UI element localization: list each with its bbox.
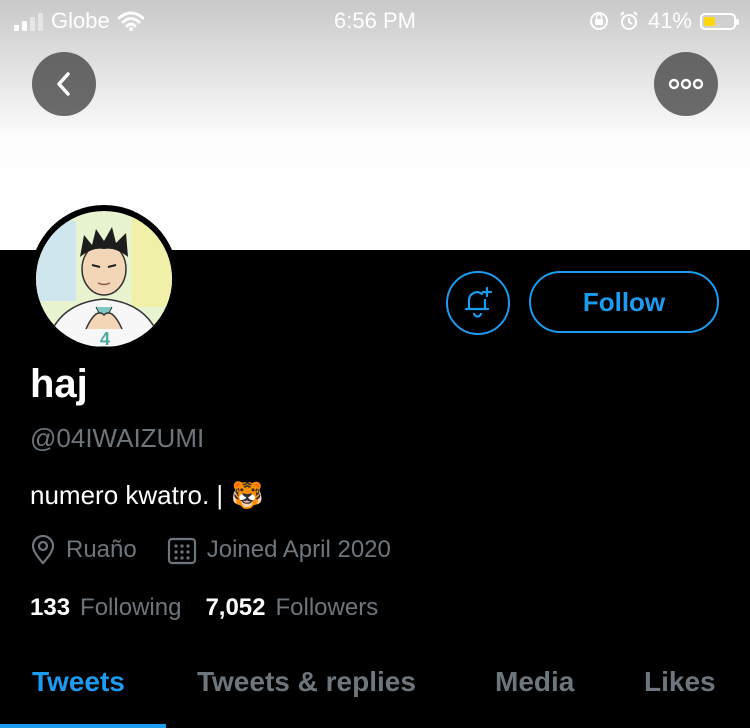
- back-button[interactable]: [32, 52, 96, 116]
- alarm-icon: [620, 11, 638, 30]
- svg-text:4: 4: [100, 329, 110, 347]
- tab-media[interactable]: Media: [495, 666, 574, 698]
- battery-icon: [700, 12, 739, 30]
- following-label: Following: [80, 594, 182, 621]
- avatar[interactable]: 4: [30, 205, 178, 353]
- bio-text: numero kwatro. |: [30, 480, 224, 510]
- notify-button[interactable]: [446, 271, 510, 335]
- avatar-image: 4: [36, 211, 172, 347]
- more-options-button[interactable]: [654, 52, 718, 116]
- location-pin-icon: [31, 535, 55, 565]
- location: Ruaño: [30, 535, 137, 565]
- followers-label: Followers: [275, 594, 379, 621]
- profile-handle: @04IWAIZUMI: [30, 423, 205, 453]
- chevron-left-icon: [57, 72, 70, 96]
- followers-count: 7,052: [205, 594, 266, 621]
- tab-likes[interactable]: Likes: [644, 666, 716, 698]
- status-right: 41%: [588, 8, 739, 34]
- follow-button[interactable]: Follow: [529, 271, 719, 333]
- battery-percent: 41%: [647, 8, 692, 33]
- orientation-lock-icon: [589, 12, 608, 30]
- profile-bio: numero kwatro. | 🐯: [30, 480, 264, 511]
- joined-date: Joined April 2020: [167, 535, 391, 565]
- joined-text: Joined April 2020: [206, 536, 391, 563]
- calendar-icon: [167, 537, 196, 565]
- profile-tabs: Tweets Tweets & replies Media Likes: [0, 660, 750, 728]
- bio-emoji: 🐯: [231, 480, 264, 510]
- follow-stats: 133 Following 7,052 Followers: [30, 594, 402, 622]
- location-text: Ruaño: [66, 536, 137, 563]
- status-bar: Globe 6:56 PM 41%: [0, 0, 750, 44]
- following-link[interactable]: 133 Following: [30, 594, 205, 622]
- bell-plus-icon: [464, 286, 493, 318]
- tab-tweets-replies[interactable]: Tweets & replies: [197, 666, 416, 698]
- profile-meta: Ruaño Joined April 2020: [30, 535, 421, 565]
- following-count: 133: [30, 594, 71, 621]
- tab-tweets[interactable]: Tweets: [32, 666, 125, 698]
- display-name: haj: [30, 362, 88, 406]
- ellipsis-icon: [668, 78, 704, 90]
- followers-link[interactable]: 7,052 Followers: [205, 594, 402, 622]
- active-tab-indicator: [0, 724, 166, 728]
